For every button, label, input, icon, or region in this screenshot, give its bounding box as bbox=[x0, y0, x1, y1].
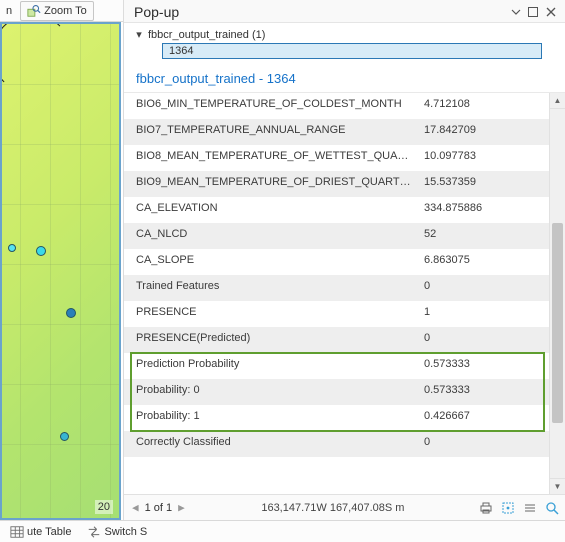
coordinate-readout: 163,147.71W 167,407.08S m bbox=[193, 502, 473, 514]
attribute-key: CA_NLCD bbox=[124, 223, 418, 249]
scroll-down-icon[interactable]: ▼ bbox=[550, 478, 565, 494]
attribute-value: 15.537359 bbox=[418, 171, 549, 197]
dropdown-icon[interactable] bbox=[511, 7, 521, 17]
scroll-up-icon[interactable]: ▲ bbox=[550, 93, 565, 109]
attribute-key: CA_ELEVATION bbox=[124, 197, 418, 223]
magnifier-map-icon bbox=[27, 4, 41, 18]
attribute-row[interactable]: CA_NLCD52 bbox=[124, 223, 549, 249]
attribute-row[interactable]: BIO7_TEMPERATURE_ANNUAL_RANGE17.842709 bbox=[124, 119, 549, 145]
table-icon bbox=[10, 525, 24, 539]
attribute-value: 0.426667 bbox=[418, 405, 549, 431]
attribute-value: 0.573333 bbox=[418, 379, 549, 405]
popup-body: fbbcr_output_trained - 1364 BIO6_MIN_TEM… bbox=[124, 65, 565, 494]
attribute-value: 17.842709 bbox=[418, 119, 549, 145]
vertical-scrollbar[interactable]: ▲ ▼ bbox=[549, 93, 565, 494]
popup-header: Pop-up bbox=[124, 0, 565, 23]
map-canvas[interactable]: 20 bbox=[0, 22, 121, 520]
attribute-row[interactable]: Probability: 10.426667 bbox=[124, 405, 549, 431]
attribute-row[interactable]: CA_ELEVATION334.875886 bbox=[124, 197, 549, 223]
attribute-key: Prediction Probability bbox=[124, 353, 418, 379]
switch-label: Switch S bbox=[104, 526, 147, 538]
attribute-row[interactable]: BIO6_MIN_TEMPERATURE_OF_COLDEST_MONTH4.7… bbox=[124, 93, 549, 119]
attribute-key: BIO6_MIN_TEMPERATURE_OF_COLDEST_MONTH bbox=[124, 93, 418, 119]
pager-prev-icon[interactable]: ◀ bbox=[130, 501, 141, 514]
attribute-row[interactable]: BIO9_MEAN_TEMPERATURE_OF_DRIEST_QUARTER1… bbox=[124, 171, 549, 197]
attribute-table[interactable]: BIO6_MIN_TEMPERATURE_OF_COLDEST_MONTH4.7… bbox=[124, 93, 549, 494]
attribute-key: Correctly Classified bbox=[124, 431, 418, 457]
attribute-row[interactable]: Trained Features0 bbox=[124, 275, 549, 301]
attribute-table-button[interactable]: ute Table bbox=[4, 523, 77, 541]
scroll-thumb[interactable] bbox=[552, 223, 563, 423]
window-float-icon[interactable] bbox=[527, 6, 539, 18]
point-feature[interactable] bbox=[8, 244, 16, 252]
attribute-value: 6.863075 bbox=[418, 249, 549, 275]
popup-pane: Pop-up ▾ fbbcr_output_trained (1) 1364 f… bbox=[123, 0, 565, 520]
point-feature[interactable] bbox=[66, 308, 76, 318]
pager: ◀ 1 of 1 ▶ bbox=[130, 501, 187, 514]
switch-button[interactable]: Switch S bbox=[81, 523, 153, 541]
attribute-key: BIO9_MEAN_TEMPERATURE_OF_DRIEST_QUARTER bbox=[124, 171, 418, 197]
attribute-value: 4.712108 bbox=[418, 93, 549, 119]
attribute-table-wrap: BIO6_MIN_TEMPERATURE_OF_COLDEST_MONTH4.7… bbox=[124, 93, 565, 494]
attribute-value: 0 bbox=[418, 327, 549, 353]
attribute-row[interactable]: BIO8_MEAN_TEMPERATURE_OF_WETTEST_QUARTER… bbox=[124, 145, 549, 171]
tree-root-label: fbbcr_output_trained (1) bbox=[148, 29, 265, 41]
attribute-key: Trained Features bbox=[124, 275, 418, 301]
attribute-value: 0 bbox=[418, 275, 549, 301]
feature-heading: fbbcr_output_trained - 1364 bbox=[124, 65, 565, 93]
popup-title: Pop-up bbox=[134, 4, 179, 20]
attribute-key: BIO7_TEMPERATURE_ANNUAL_RANGE bbox=[124, 119, 418, 145]
attribute-value: 52 bbox=[418, 223, 549, 249]
attribute-key: Probability: 1 bbox=[124, 405, 418, 431]
attribute-value: 0.573333 bbox=[418, 353, 549, 379]
attribute-row[interactable]: PRESENCE(Predicted)0 bbox=[124, 327, 549, 353]
attribute-key: CA_SLOPE bbox=[124, 249, 418, 275]
pager-text: 1 of 1 bbox=[145, 502, 173, 514]
attribute-key: PRESENCE(Predicted) bbox=[124, 327, 418, 353]
attribute-row[interactable]: Prediction Probability0.573333 bbox=[124, 353, 549, 379]
zoom-to-label: Zoom To bbox=[44, 5, 87, 17]
point-feature[interactable] bbox=[36, 246, 46, 256]
tree-child-selected[interactable]: 1364 bbox=[162, 43, 542, 59]
attribute-key: BIO8_MEAN_TEMPERATURE_OF_WETTEST_QUARTER bbox=[124, 145, 418, 171]
feature-tree: ▾ fbbcr_output_trained (1) 1364 bbox=[124, 23, 565, 65]
point-feature[interactable] bbox=[60, 432, 69, 441]
attribute-row[interactable]: PRESENCE1 bbox=[124, 301, 549, 327]
print-icon[interactable] bbox=[479, 501, 493, 515]
attribute-value: 1 bbox=[418, 301, 549, 327]
pager-next-icon[interactable]: ▶ bbox=[176, 501, 187, 514]
attribute-row[interactable]: Probability: 00.573333 bbox=[124, 379, 549, 405]
attribute-table-label: ute Table bbox=[27, 526, 71, 538]
menu-icon[interactable] bbox=[523, 501, 537, 515]
attribute-row[interactable]: Correctly Classified0 bbox=[124, 431, 549, 457]
attribute-row[interactable]: CA_SLOPE6.863075 bbox=[124, 249, 549, 275]
scale-label: 20 bbox=[95, 500, 113, 514]
switch-icon bbox=[87, 525, 101, 539]
popup-footer: ◀ 1 of 1 ▶ 163,147.71W 167,407.08S m bbox=[124, 494, 565, 520]
attribute-key: Probability: 0 bbox=[124, 379, 418, 405]
zoom-to-button[interactable]: Zoom To bbox=[20, 1, 94, 21]
bottom-toolbar: ute Table Switch S bbox=[0, 520, 565, 542]
attribute-value: 334.875886 bbox=[418, 197, 549, 223]
attribute-key: PRESENCE bbox=[124, 301, 418, 327]
tree-root-item[interactable]: ▾ fbbcr_output_trained (1) bbox=[134, 26, 555, 43]
ribbon-label-left: n bbox=[2, 5, 16, 17]
select-icon[interactable] bbox=[501, 501, 515, 515]
identify-icon[interactable] bbox=[545, 501, 559, 515]
attribute-value: 0 bbox=[418, 431, 549, 457]
close-icon[interactable] bbox=[545, 6, 557, 18]
attribute-value: 10.097783 bbox=[418, 145, 549, 171]
tree-collapse-icon[interactable]: ▾ bbox=[134, 28, 144, 41]
